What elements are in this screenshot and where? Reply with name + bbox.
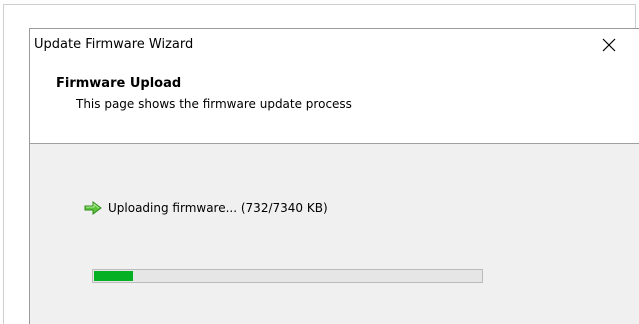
wizard-header: Firmware Upload This page shows the firm…	[30, 61, 639, 143]
upload-progress-bar	[92, 269, 483, 283]
page-title: Firmware Upload	[56, 76, 182, 91]
progress-fill	[94, 271, 133, 281]
page-subtitle: This page shows the firmware update proc…	[76, 97, 352, 111]
green-arrow-icon	[84, 201, 102, 215]
window-title: Update Firmware Wizard	[34, 37, 194, 52]
status-row: Uploading firmware... (732/7340 KB)	[84, 199, 328, 217]
close-button[interactable]	[599, 35, 619, 55]
wizard-dialog: Update Firmware Wizard Firmware Upload T…	[29, 28, 639, 324]
title-bar[interactable]: Update Firmware Wizard	[30, 29, 639, 61]
status-text: Uploading firmware... (732/7340 KB)	[108, 201, 328, 215]
close-icon	[602, 38, 616, 52]
wizard-body: Uploading firmware... (732/7340 KB)	[30, 144, 639, 324]
